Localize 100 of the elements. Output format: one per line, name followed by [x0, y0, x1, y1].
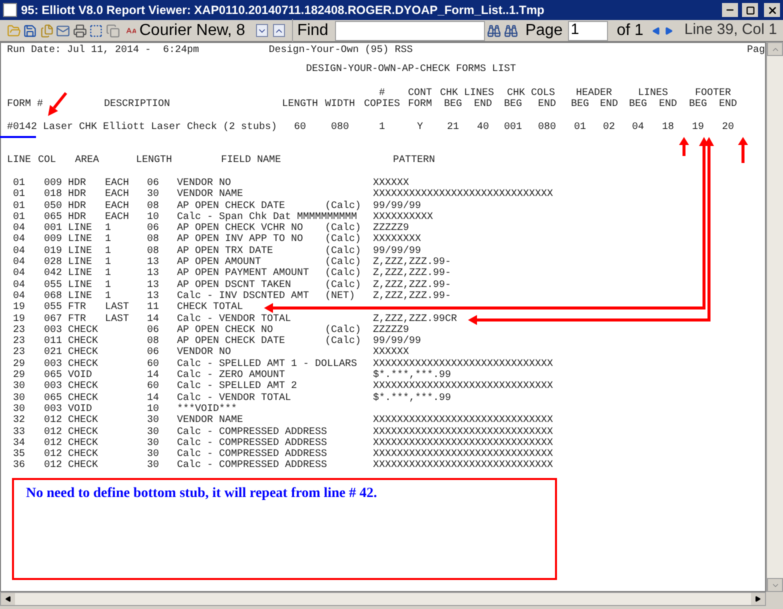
column-header: AREA	[75, 155, 100, 166]
column-group-header: HEADER	[576, 88, 612, 99]
table-cell: 60	[147, 358, 160, 370]
table-cell: Y	[416, 122, 423, 133]
scroll-left-icon[interactable]	[1, 593, 15, 605]
table-cell: 028	[44, 257, 62, 268]
table-cell: ZZZZZ9	[373, 324, 410, 336]
table-cell: 04	[13, 290, 26, 302]
table-cell: Calc - COMPRESSED ADDRESS	[177, 426, 328, 438]
table-cell: 065	[44, 370, 62, 382]
table-cell: (Calc)	[325, 223, 362, 234]
table-cell: 01	[13, 212, 26, 223]
table-cell: EACH	[105, 200, 130, 212]
table-cell: 01	[13, 189, 26, 200]
table-cell: 99/99/99	[373, 200, 422, 212]
table-cell: 13	[147, 280, 160, 291]
table-cell: 06	[147, 324, 160, 336]
table-cell: (Calc)	[325, 246, 362, 257]
table-cell: LINE	[68, 257, 92, 268]
table-cell: EACH	[105, 189, 130, 200]
table-cell: 011	[44, 336, 62, 348]
table-cell: LINE	[68, 234, 92, 246]
table-cell: 13	[147, 268, 160, 280]
table-cell: EACH	[105, 212, 130, 223]
table-cell: 29	[13, 370, 26, 382]
table-cell: (Calc)	[325, 324, 362, 336]
table-cell: 1	[105, 280, 112, 291]
table-cell: AP OPEN AMOUNT	[177, 257, 262, 268]
column-header: COPIES	[364, 99, 400, 110]
scroll-right-icon[interactable]	[751, 593, 765, 605]
font-name[interactable]: Courier New, 8	[139, 18, 246, 42]
table-cell: Laser CHK Elliott Laser Check (2 stubs)	[43, 122, 278, 133]
table-cell: 30	[13, 392, 26, 404]
table-cell: VOID	[68, 370, 92, 382]
table-cell: 012	[44, 426, 62, 438]
column-header: LINE	[7, 155, 32, 166]
table-cell: (Calc)	[325, 268, 362, 280]
report-title: DESIGN-YOUR-OWN-AP-CHECK FORMS LIST	[306, 64, 516, 75]
table-cell: 055	[44, 302, 62, 314]
page-label-cut: Pag	[746, 45, 765, 56]
table-cell: 30	[147, 438, 160, 449]
report-system: Design-Your-Own (95) RSS	[268, 45, 414, 56]
column-group-header: LINES	[638, 88, 668, 99]
pointer-arrow	[48, 92, 68, 116]
table-cell: XXXXXXXXXX	[373, 212, 434, 223]
table-cell: 11	[147, 302, 160, 314]
column-group-header: #	[378, 88, 385, 99]
table-cell: 20	[722, 122, 734, 133]
column-header: END	[718, 99, 737, 110]
close-button[interactable]	[764, 3, 780, 17]
table-cell: 068	[44, 290, 62, 302]
table-cell: 012	[44, 415, 62, 426]
table-cell: Calc - ZERO AMOUNT	[177, 370, 286, 382]
table-cell: CHECK	[68, 449, 98, 460]
table-cell: 40	[476, 122, 489, 133]
table-cell: AP OPEN INV APP TO NO	[177, 234, 304, 246]
column-header: END	[658, 99, 677, 110]
table-cell: LINE	[68, 246, 92, 257]
table-cell: CHECK	[68, 415, 98, 426]
table-cell: 30	[13, 404, 26, 415]
table-cell: 19	[692, 122, 704, 133]
window-title: 95: Elliott V8.0 Report Viewer: XAP0110.20140711.182408.ROGER.DYOAP_Form_List..1.Tmp	[21, 2, 546, 19]
table-cell: Calc - COMPRESSED ADDRESS	[177, 438, 328, 449]
table-cell: ZZZZZ9	[373, 223, 410, 234]
table-cell: (Calc)	[325, 234, 362, 246]
maximize-button[interactable]	[742, 3, 758, 17]
table-cell: 012	[44, 449, 62, 460]
table-cell: AP OPEN CHECK DATE	[177, 200, 286, 212]
app-icon	[3, 3, 17, 17]
column-header: FORM	[408, 99, 432, 110]
horizontal-scrollbar[interactable]	[0, 592, 766, 606]
table-cell: LINE	[68, 280, 92, 291]
table-cell: 30	[147, 189, 160, 200]
table-cell: 080	[330, 122, 349, 133]
table-cell: 1	[105, 290, 112, 302]
page-field[interactable]: 1	[568, 20, 608, 40]
table-cell: 065	[44, 212, 62, 223]
table-cell: CHECK TOTAL	[177, 302, 244, 314]
table-cell: FTR	[68, 302, 86, 314]
font-larger-button[interactable]	[273, 24, 286, 37]
table-cell: 065	[44, 392, 62, 404]
table-cell: 01	[13, 200, 26, 212]
table-cell: 14	[147, 392, 160, 404]
table-cell: 34	[13, 438, 26, 449]
table-cell: XXXXXXXX	[373, 234, 422, 246]
print-icon[interactable]	[72, 22, 88, 40]
table-cell: 99/99/99	[373, 246, 422, 257]
next-page-icon[interactable]	[665, 24, 674, 36]
table-cell: CHECK	[68, 426, 98, 438]
table-cell: HDR	[68, 212, 86, 223]
table-cell: LAST	[105, 314, 130, 325]
minimize-button[interactable]	[722, 3, 738, 17]
table-cell: 29	[13, 358, 26, 370]
table-cell: 04	[13, 223, 26, 234]
find-field[interactable]	[335, 20, 486, 40]
font-smaller-button[interactable]	[256, 24, 268, 37]
table-cell: 02	[602, 122, 615, 133]
table-cell: 60	[147, 381, 160, 392]
table-cell: XXXXXX	[373, 178, 410, 189]
previous-page-icon[interactable]	[652, 24, 660, 36]
